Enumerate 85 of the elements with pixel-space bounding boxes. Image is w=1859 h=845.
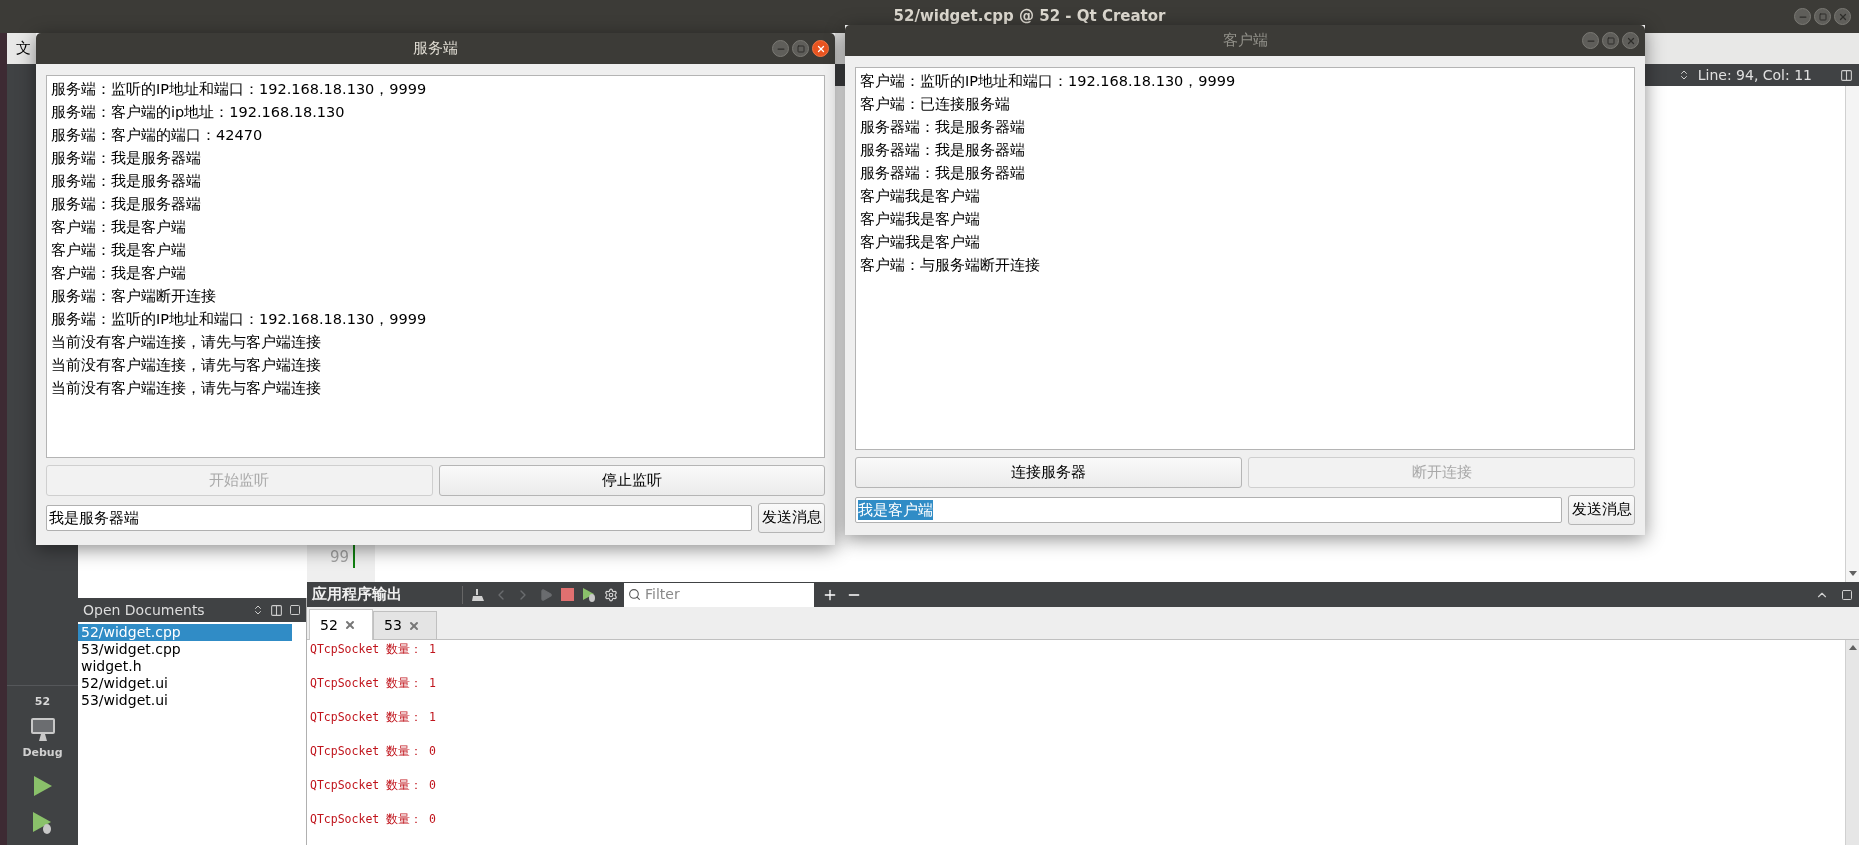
log-line: 当前没有客户端连接，请先与客户端连接 (51, 356, 321, 375)
cursor-position: Line: 94, Col: 11 (1697, 65, 1812, 85)
message-input[interactable]: 我是客户端 (855, 497, 1562, 523)
output-line: QTcpSocket 数量： 1 (310, 709, 436, 726)
settings-icon[interactable] (604, 587, 618, 602)
split-icon[interactable] (1840, 68, 1853, 82)
log-line: 服务端：客户端断开连接 (51, 287, 216, 306)
log-line: 客户端：监听的IP地址和端口：192.168.18.130，9999 (860, 72, 1236, 91)
minimize-button[interactable] (772, 40, 789, 57)
window-title: 服务端 (413, 38, 458, 60)
output-line: QTcpSocket 数量： 1 (310, 641, 436, 658)
close-tab-icon[interactable] (343, 619, 356, 631)
project-label: 52 (34, 694, 51, 710)
filter-placeholder: Filter (645, 585, 680, 604)
maximize-icon (796, 44, 805, 53)
close-tab-icon[interactable] (407, 619, 420, 632)
log-line: 服务端：客户端的ip地址：192.168.18.130 (51, 103, 345, 122)
scroll-down-icon[interactable] (1848, 571, 1857, 576)
window-title: 客户端 (1222, 30, 1268, 52)
debug-run-icon[interactable] (31, 811, 54, 835)
debug-run-icon[interactable] (582, 587, 596, 602)
output-line: QTcpSocket 数量： 0 (310, 777, 436, 794)
document-item[interactable]: 53/widget.ui (78, 692, 292, 709)
split-icon[interactable] (270, 603, 283, 617)
output-line: QTcpSocket 数量： 0 (310, 743, 436, 760)
document-item[interactable]: 53/widget.cpp (78, 641, 292, 658)
close-button[interactable] (812, 40, 829, 57)
maximize-button[interactable] (1602, 32, 1619, 49)
close-pane-icon[interactable] (1841, 588, 1853, 601)
minimize-button[interactable] (1794, 8, 1811, 25)
scrollbar[interactable] (1845, 640, 1859, 845)
search-icon (628, 588, 641, 601)
log-line: 服务端：客户端的端口：42470 (51, 126, 263, 145)
clear-icon[interactable] (471, 587, 485, 602)
log-line: 服务器端：我是服务器端 (860, 118, 1025, 137)
log-line: 服务端：我是服务器端 (51, 172, 201, 191)
log-line: 服务端：我是服务器端 (51, 149, 201, 168)
log-line: 服务端：监听的IP地址和端口：192.168.18.130，9999 (51, 80, 427, 99)
scroll-up-icon[interactable] (1848, 645, 1857, 650)
output-line: QTcpSocket 数量： 0 (310, 811, 436, 828)
log-line: 客户端：我是客户端 (51, 218, 186, 237)
close-icon (1625, 35, 1636, 46)
action-button[interactable]: 停止监听 (438, 465, 825, 496)
message-input[interactable]: 我是服务器端 (46, 505, 752, 531)
log-line: 客户端：已连接服务端 (860, 95, 1010, 114)
log-line: 当前没有客户端连接，请先与客户端连接 (51, 333, 321, 352)
log-line: 客户端我是客户端 (860, 187, 980, 206)
filter-field[interactable]: Filter (624, 582, 814, 607)
maximize-button[interactable] (1814, 8, 1831, 25)
log-line: 客户端：我是客户端 (51, 264, 186, 283)
log-line: 服务端：我是服务器端 (51, 195, 201, 214)
log-line: 当前没有客户端连接，请先与客户端连接 (51, 379, 321, 398)
sort-icon[interactable] (252, 604, 264, 616)
output-tab[interactable]: 53 (373, 611, 437, 639)
run-icon[interactable] (32, 775, 53, 797)
scrollbar[interactable] (1845, 86, 1859, 582)
minimize-button[interactable] (1582, 32, 1599, 49)
output-tab[interactable]: 52 (309, 609, 373, 640)
send-button[interactable]: 发送消息 (758, 503, 825, 533)
menu-item[interactable]: 文 (16, 37, 31, 60)
close-icon (1837, 11, 1848, 22)
log-line: 服务器端：我是服务器端 (860, 141, 1025, 160)
log-line: 客户端我是客户端 (860, 233, 980, 252)
line-number: 99 (329, 546, 349, 568)
log-line: 客户端：我是客户端 (51, 241, 186, 260)
log-line: 客户端：与服务端断开连接 (860, 256, 1040, 275)
log-line: 客户端我是客户端 (860, 210, 980, 229)
log-line: 服务器端：我是服务器端 (860, 164, 1025, 183)
action-button[interactable]: 连接服务器 (855, 457, 1242, 488)
panel-title: Open Documents (83, 600, 206, 620)
window-title: 52/widget.cpp @ 52 - Qt Creator (893, 6, 1166, 28)
close-icon (815, 43, 826, 54)
monitor-icon[interactable] (29, 716, 56, 741)
document-item[interactable]: 52/widget.cpp (78, 624, 292, 641)
log-line: 服务端：监听的IP地址和端口：192.168.18.130，9999 (51, 310, 427, 329)
build-config-label: Debug (22, 744, 63, 761)
change-marker (353, 545, 355, 568)
document-item[interactable]: 52/widget.ui (78, 675, 292, 692)
output-title: 应用程序输出 (312, 584, 403, 606)
document-item[interactable]: widget.h (78, 658, 292, 675)
maximize-icon (1818, 12, 1827, 21)
output-line: QTcpSocket 数量： 1 (310, 675, 436, 692)
close-pane-icon[interactable] (289, 604, 301, 616)
maximize-icon (1606, 36, 1615, 45)
send-button[interactable]: 发送消息 (1568, 495, 1635, 525)
